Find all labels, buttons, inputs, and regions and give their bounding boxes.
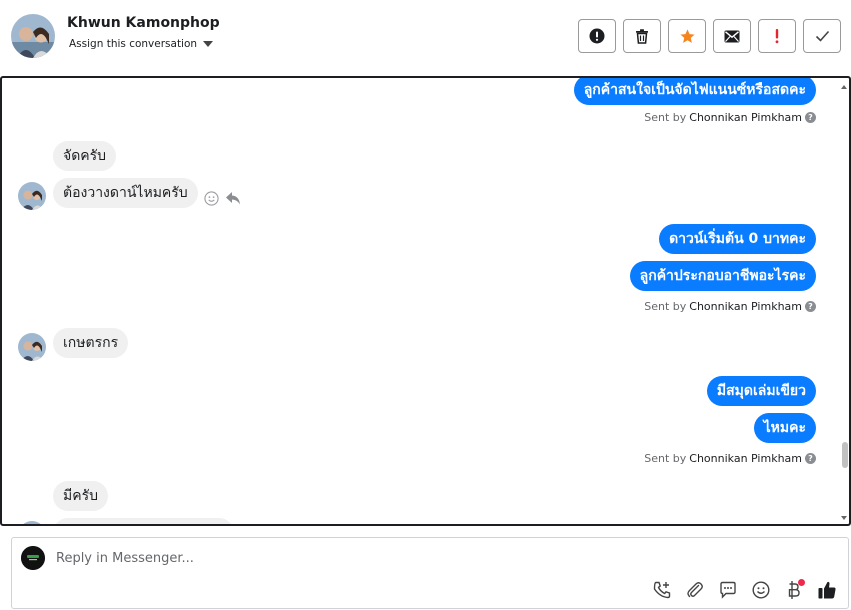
trash-icon (636, 29, 648, 44)
mark-unread-button[interactable] (713, 19, 751, 53)
help-icon[interactable]: ? (805, 453, 816, 464)
notification-dot (798, 579, 805, 586)
reply-composer (11, 537, 849, 609)
scroll-thumb[interactable] (842, 442, 848, 468)
incoming-message-partial[interactable] (53, 518, 234, 524)
mark-spam-button[interactable] (578, 19, 616, 53)
scroll-up-arrow-icon[interactable] (841, 85, 847, 89)
help-icon[interactable]: ? (805, 112, 816, 123)
sender-name: Chonnikan Pimkham (689, 300, 802, 313)
outgoing-message[interactable]: ดาวน์เริ่มต้น 0 บาทคะ (659, 224, 816, 254)
composer-tools (651, 579, 838, 601)
caret-down-icon (203, 41, 214, 47)
outgoing-message[interactable]: ลูกค้าสนใจเป็นจัดไฟแนนซ์หรือสดคะ (573, 78, 816, 105)
sent-by-line: Sent by Chonnikan Pimkham ? (644, 111, 816, 124)
delete-button[interactable] (623, 19, 661, 53)
message-tools (204, 191, 241, 206)
sent-by-line: Sent by Chonnikan Pimkham ? (644, 300, 816, 313)
exclamation-circle-icon (589, 28, 605, 44)
reply-arrow-icon[interactable] (225, 191, 241, 206)
sent-by-label: Sent by (644, 300, 687, 313)
contact-avatar[interactable] (11, 14, 55, 58)
check-icon (815, 30, 829, 42)
assign-label: Assign this conversation (69, 38, 198, 50)
sender-name: Chonnikan Pimkham (689, 452, 802, 465)
assign-conversation-dropdown[interactable]: Assign this conversation (69, 38, 214, 50)
outgoing-message[interactable]: ไหมคะ (753, 413, 816, 443)
smiley-icon (752, 581, 770, 599)
help-icon[interactable]: ? (805, 301, 816, 312)
sent-by-line: Sent by Chonnikan Pimkham ? (644, 452, 816, 465)
conversation-actions (578, 19, 841, 53)
incoming-message[interactable]: ต้องวางดาน์ไหมครับ (53, 178, 198, 208)
sent-by-label: Sent by (644, 111, 687, 124)
contact-name[interactable]: Khwun Kamonphop (67, 15, 220, 31)
incoming-message[interactable]: เกษตรกร (53, 328, 129, 358)
sender-name: Chonnikan Pimkham (689, 111, 802, 124)
phone-plus-icon (653, 581, 671, 599)
attach-button[interactable] (684, 579, 706, 601)
paperclip-icon (687, 582, 703, 598)
star-icon (679, 28, 695, 43)
contact-avatar-small (18, 521, 46, 524)
contact-avatar-small (18, 182, 46, 210)
call-button[interactable] (651, 579, 673, 601)
contact-avatar-small (18, 333, 46, 361)
page-avatar (21, 546, 45, 570)
smiley-icon[interactable] (204, 191, 219, 206)
incoming-message[interactable]: จัดครับ (53, 141, 117, 171)
outgoing-message[interactable]: ลูกค้าประกอบอาชีพอะไรคะ (629, 261, 816, 291)
star-button[interactable] (668, 19, 706, 53)
outgoing-message[interactable]: มีสมุดเล่มเขียว (706, 376, 816, 406)
chat-bubble-icon (720, 581, 736, 599)
thumbs-up-icon (818, 581, 836, 599)
mark-done-button[interactable] (803, 19, 841, 53)
exclamation-icon (775, 29, 779, 44)
reply-input[interactable] (56, 547, 656, 569)
emoji-button[interactable] (750, 579, 772, 601)
like-button[interactable] (816, 579, 838, 601)
saved-replies-button[interactable] (717, 579, 739, 601)
scroll-down-arrow-icon[interactable] (841, 516, 847, 520)
conversation-header: Khwun Kamonphop Assign this conversation (0, 0, 851, 76)
message-thread[interactable]: ลูกค้าสนใจเป็นจัดไฟแนนซ์หรือสดคะ Sent by… (0, 76, 851, 526)
envelope-icon (724, 30, 740, 42)
payment-button[interactable] (783, 579, 805, 601)
sent-by-label: Sent by (644, 452, 687, 465)
scrollbar[interactable] (840, 78, 849, 524)
incoming-message[interactable]: มีครับ (53, 481, 108, 511)
follow-up-button[interactable] (758, 19, 796, 53)
